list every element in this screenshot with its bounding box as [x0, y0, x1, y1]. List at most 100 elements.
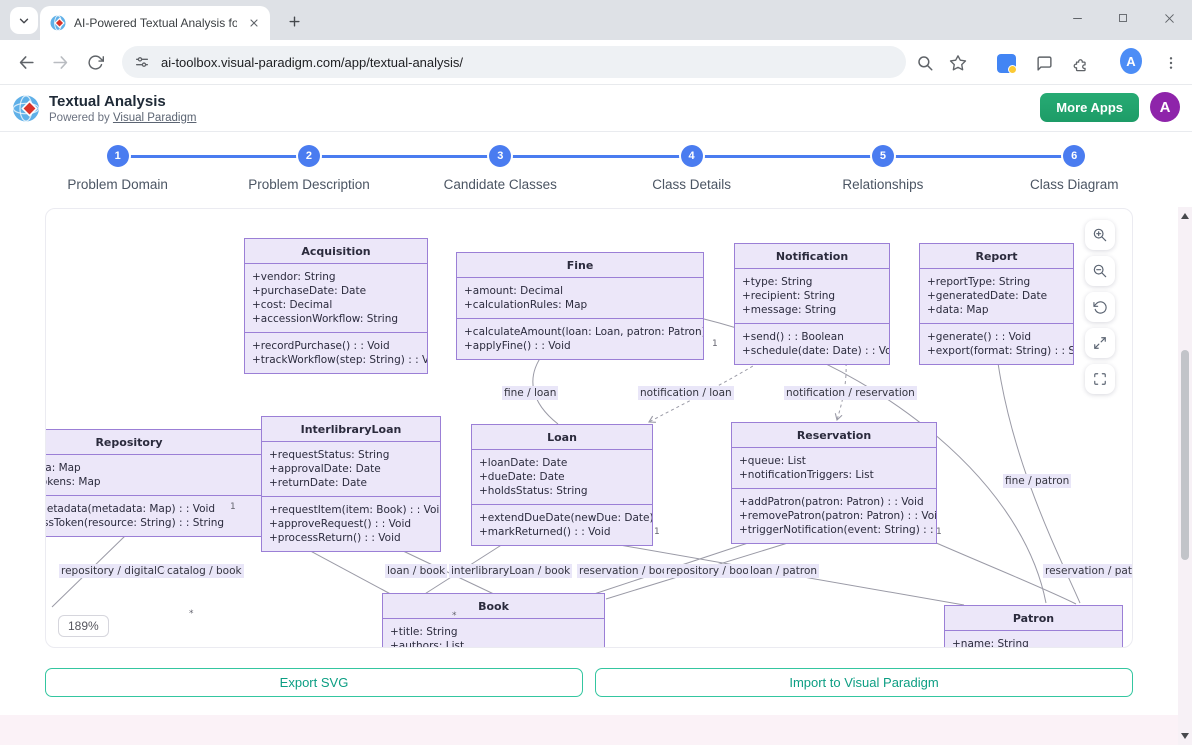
attributes-section: +loanDate: Date+dueDate: Date+holdsStatu…	[472, 450, 652, 505]
tab-search-button[interactable]	[10, 7, 38, 34]
uml-class-loan[interactable]: Loan+loanDate: Date+dueDate: Date+holdsS…	[471, 424, 653, 546]
close-window-button[interactable]	[1146, 0, 1192, 36]
attribute: +accessTokens: Map	[45, 475, 266, 489]
step-class-details[interactable]: 4Class Details	[596, 132, 787, 202]
browser-menu-button[interactable]	[1160, 52, 1182, 74]
minimize-button[interactable]	[1054, 0, 1100, 36]
forward-button[interactable]	[44, 46, 76, 78]
step-number: 6	[1063, 145, 1085, 167]
attributes-section: +title: String+authors: List	[383, 619, 604, 648]
maximize-button[interactable]	[1100, 0, 1146, 36]
forward-arrow-icon	[51, 53, 70, 72]
reset-view-button[interactable]	[1085, 292, 1115, 322]
reload-button[interactable]	[79, 46, 111, 78]
powered-by: Powered by Visual Paradigm	[49, 112, 196, 124]
expand-button[interactable]	[1085, 328, 1115, 358]
attribute: +queue: List	[739, 454, 929, 468]
scroll-down-arrow[interactable]	[1181, 733, 1189, 739]
uml-class-reservation[interactable]: Reservation+queue: List+notificationTrig…	[731, 422, 937, 544]
step-problem-description[interactable]: 2Problem Description	[213, 132, 404, 202]
attribute: +calculationRules: Map	[464, 298, 696, 312]
methods-section: +extendDueDate(newDue: Date) : : Void+ma…	[472, 505, 652, 545]
attribute: +amount: Decimal	[464, 284, 696, 298]
edge-label-reservation-patron: reservation / patron	[1043, 564, 1133, 578]
more-apps-button[interactable]: More Apps	[1040, 93, 1139, 122]
new-tab-button[interactable]	[282, 9, 306, 33]
back-button[interactable]	[10, 46, 42, 78]
browser-tab[interactable]: AI-Powered Textual Analysis for	[40, 6, 270, 40]
extensions-button[interactable]	[1070, 52, 1092, 74]
uml-class-book[interactable]: Book+title: String+authors: List	[382, 593, 605, 648]
scrollbar-thumb[interactable]	[1181, 350, 1189, 560]
tab-close-icon[interactable]	[245, 15, 262, 32]
uml-class-acquisition[interactable]: Acquisition+vendor: String+purchaseDate:…	[244, 238, 428, 374]
scroll-up-arrow[interactable]	[1181, 213, 1189, 219]
extension-shortcut-button[interactable]	[995, 52, 1017, 74]
export-svg-button[interactable]: Export SVG	[45, 668, 583, 697]
app-header: Textual Analysis Powered by Visual Parad…	[0, 85, 1192, 132]
url-text[interactable]: ai-toolbox.visual-paradigm.com/app/textu…	[161, 55, 463, 70]
visual-paradigm-link[interactable]: Visual Paradigm	[113, 112, 197, 124]
user-avatar[interactable]: A	[1150, 92, 1180, 122]
multiplicity-label: *	[452, 611, 457, 621]
uml-class-fine[interactable]: Fine+amount: Decimal+calculationRules: M…	[456, 252, 704, 360]
zoom-out-button[interactable]	[1085, 256, 1115, 286]
method: +generate() : : Void	[927, 330, 1066, 344]
step-class-diagram[interactable]: 6Class Diagram	[979, 132, 1170, 202]
comment-button[interactable]	[1033, 52, 1055, 74]
uml-class-notification[interactable]: Notification+type: String+recipient: Str…	[734, 243, 890, 365]
step-number: 1	[107, 145, 129, 167]
omnibox[interactable]: ai-toolbox.visual-paradigm.com/app/textu…	[122, 46, 906, 78]
zoom-in-icon	[1092, 227, 1108, 243]
browser-toolbar: ai-toolbox.visual-paradigm.com/app/textu…	[0, 40, 1192, 85]
methods-section: +recordPurchase() : : Void+trackWorkflow…	[245, 333, 427, 373]
kebab-menu-icon	[1163, 55, 1179, 71]
attribute: +name: String	[952, 637, 1115, 648]
edge-label-interlibraryLoan-book: interlibraryLoan / book	[449, 564, 572, 578]
edge-label-repository-book: repository / book	[664, 564, 757, 578]
multiplicity-label: 1	[712, 339, 718, 349]
methods-section: +calculateAmount(loan: Loan, patron: Pat…	[457, 319, 703, 359]
diagram-canvas[interactable]: Acquisition+vendor: String+purchaseDate:…	[45, 208, 1133, 648]
method: +schedule(date: Date) : : Void	[742, 344, 882, 358]
page-title: Textual Analysis	[49, 93, 166, 110]
method: +applyFine() : : Void	[464, 339, 696, 353]
method: +requestItem(item: Book) : : Void	[269, 503, 433, 517]
attribute: +dueDate: Date	[479, 470, 645, 484]
uml-class-patron[interactable]: Patron+name: String	[944, 605, 1123, 648]
multiplicity-label: 1	[654, 527, 660, 537]
import-visual-paradigm-button[interactable]: Import to Visual Paradigm	[595, 668, 1133, 697]
chat-bubble-icon	[1036, 55, 1053, 72]
bookmark-star-button[interactable]	[947, 52, 969, 74]
method: +calculateAmount(loan: Loan, patron: Pat…	[464, 325, 696, 339]
method: +extendDueDate(newDue: Date) : : Void	[479, 511, 645, 525]
attributes-section: +requestStatus: String+approvalDate: Dat…	[262, 442, 440, 497]
wizard-stepper: 1Problem Domain2Problem Description3Cand…	[0, 132, 1192, 202]
browser-avatar: A	[1120, 48, 1142, 74]
step-label: Relationships	[842, 177, 923, 192]
multiplicity-label: *	[189, 609, 194, 619]
step-label: Candidate Classes	[444, 177, 557, 192]
zoom-in-button[interactable]	[1085, 220, 1115, 250]
magnifier-icon	[916, 54, 934, 72]
edge-label-catalog-book: catalog / book	[165, 564, 244, 578]
page-scrollbar[interactable]	[1178, 207, 1192, 745]
method: +getAccessToken(resource: String) : : St…	[45, 516, 266, 530]
zoom-level-badge: 189%	[58, 615, 109, 637]
favicon-visual-paradigm	[50, 15, 66, 31]
attribute: +holdsStatus: String	[479, 484, 645, 498]
uml-class-report[interactable]: Report+reportType: String+generatedDate:…	[919, 243, 1074, 365]
class-name: Report	[920, 244, 1073, 269]
step-label: Class Details	[652, 177, 731, 192]
step-problem-domain[interactable]: 1Problem Domain	[22, 132, 213, 202]
chevron-down-icon	[17, 14, 31, 28]
page-zoom-button[interactable]	[914, 52, 936, 74]
fullscreen-button[interactable]	[1085, 364, 1115, 394]
method: +triggerNotification(event: String) : : …	[739, 523, 929, 537]
uml-class-repository[interactable]: Repository+metadata: Map+accessTokens: M…	[45, 429, 274, 537]
step-candidate-classes[interactable]: 3Candidate Classes	[405, 132, 596, 202]
browser-profile-button[interactable]: A	[1120, 50, 1142, 72]
uml-class-interlibraryloan[interactable]: InterlibraryLoan+requestStatus: String+a…	[261, 416, 441, 552]
step-relationships[interactable]: 5Relationships	[787, 132, 978, 202]
attribute: +message: String	[742, 303, 882, 317]
